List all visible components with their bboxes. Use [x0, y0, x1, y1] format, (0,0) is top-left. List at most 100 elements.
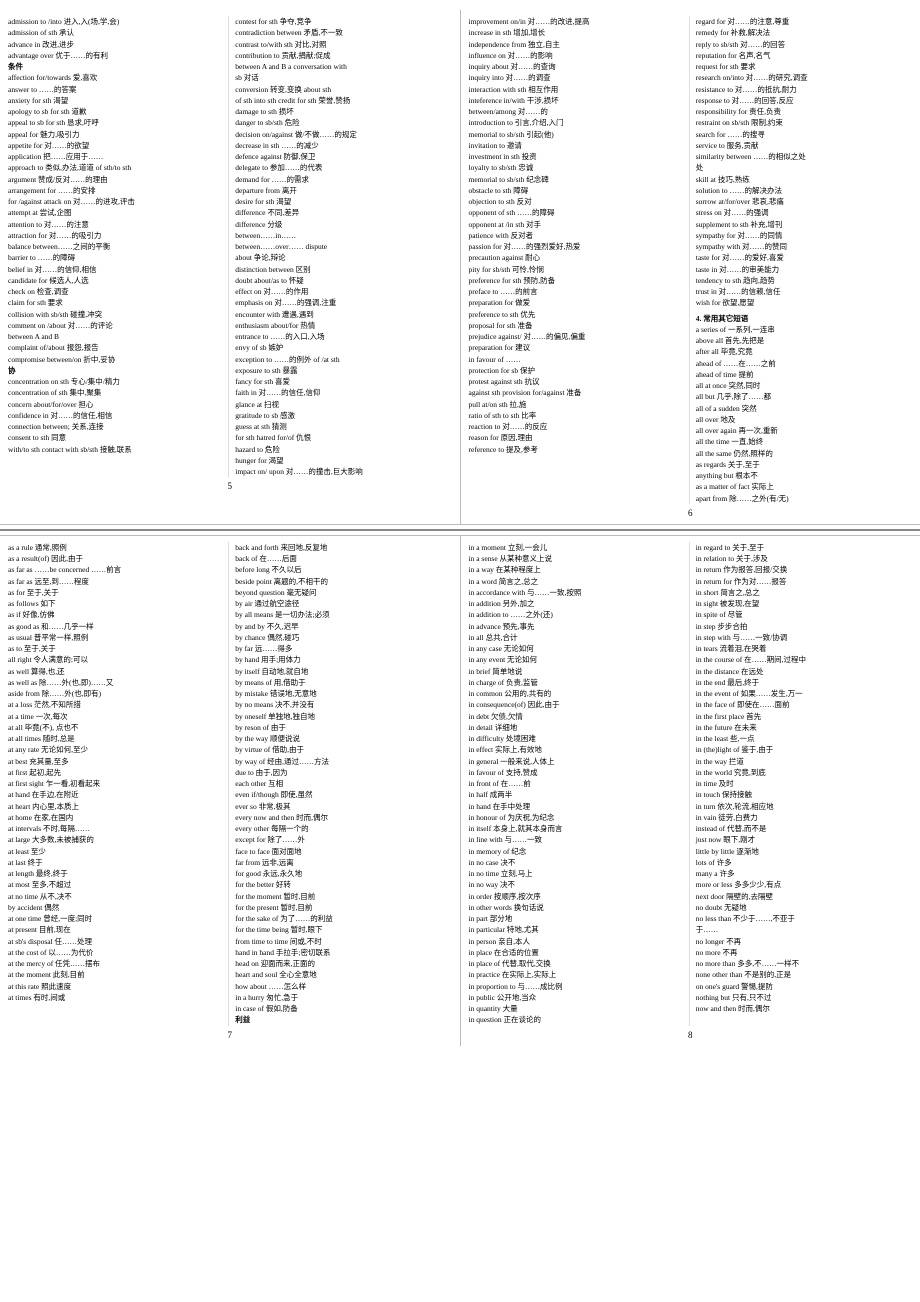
entry: at last 终于 — [8, 857, 224, 868]
entry: in the face of 即使在……面前 — [696, 699, 912, 710]
entry: at the mercy of 任凭……摆布 — [8, 958, 224, 969]
entry: preface to ……的前言 — [469, 286, 685, 297]
section-head-time: 利益 — [235, 1014, 451, 1025]
entry: by mistake 错误地,无意地 — [235, 688, 451, 699]
entry: in a word 简言之,总之 — [469, 576, 685, 587]
entry: in short 简言之,总之 — [696, 587, 912, 598]
entry: as far as ……be concerned ……前言 — [8, 564, 224, 575]
page6-col1: improvement on/in 对……的改进,提高 increase in … — [469, 16, 685, 504]
entry: preference for sth 预防,防备 — [469, 275, 685, 286]
entry: precaution against 耐心 — [469, 252, 685, 263]
entry: many a 许多 — [696, 868, 912, 879]
entry: in brief 简单地说 — [469, 666, 685, 677]
entry: at times 有时,间或 — [8, 992, 224, 1003]
entry: damage to sth 损坏 — [235, 106, 451, 117]
entry: passion for 对……的强烈爱好,热爱 — [469, 241, 685, 252]
entry: no more than 多多,不……一样不 — [696, 958, 912, 969]
entry: for the moment 暂时,目前 — [235, 891, 451, 902]
entry: about 争论,辩论 — [235, 252, 451, 263]
entry: in part 部分地 — [469, 913, 685, 924]
entry: by oneself 单独地,独自地 — [235, 711, 451, 722]
entry: no longer 不再 — [696, 936, 912, 947]
entry: departure from 离开 — [235, 185, 451, 196]
entry: impact on/ upon 对……的撞击,巨大影响 — [235, 466, 451, 477]
entry: at the cost of 以……为代价 — [8, 947, 224, 958]
entry: at this rate 照此速度 — [8, 981, 224, 992]
page-5: admission to /into 进入,入(场,学,会) admission… — [0, 10, 461, 524]
entry: sympathy with 对……的赞同 — [696, 241, 912, 252]
entry: in case of 假如,防备 — [235, 1003, 451, 1014]
entry: hunger for 渴望 — [235, 455, 451, 466]
entry: in no way 决不 — [469, 879, 685, 890]
entry: service to 服务,贡献 — [696, 140, 912, 151]
entry: in (the)light of 鉴于,由于 — [696, 744, 912, 755]
entry: in advance 预先,事先 — [469, 621, 685, 632]
entry: aside from 除……外(也,即有) — [8, 688, 224, 699]
entry: admission of sth 承认 — [8, 27, 224, 38]
entry: in a moment 立刻,一会儿 — [469, 542, 685, 553]
entry: hand in hand 手拉手;密切联系 — [235, 947, 451, 958]
entry: at intervals 不时,每隔…… — [8, 823, 224, 834]
bottom-pages: as a rule 通常,照例 as a result(of) 因此,由于 as… — [0, 535, 920, 1046]
entry: desire for sth 渴望 — [235, 196, 451, 207]
entry: at home 在家,在国内 — [8, 812, 224, 823]
entry: wish for 欲望,愿望 — [696, 297, 912, 308]
entry: in any case 无论如何 — [469, 643, 685, 654]
entry: in effect 实际上,有效地 — [469, 744, 685, 755]
entry: each other 互相 — [235, 778, 451, 789]
entry: comment on /about 对……的评论 — [8, 320, 224, 331]
entry: gratitude to sb 感激 — [235, 410, 451, 421]
entry: preference to sth 优先 — [469, 309, 685, 320]
entry: in relation to 关于,涉及 — [696, 553, 912, 564]
entry: at least 至少 — [8, 846, 224, 857]
entry: by reson of 由于 — [235, 722, 451, 733]
entry: in the end 最后,终于 — [696, 677, 912, 688]
entry: pity for sb/sth 可怜,怜悯 — [469, 264, 685, 275]
entry: check on 检查,调查 — [8, 286, 224, 297]
entry: belief in 对……的信仰,相信 — [8, 264, 224, 275]
section-head: 条件 — [8, 61, 224, 72]
entry: no doubt 无疑地 — [696, 902, 912, 913]
entry: all over again 再一次,重新 — [696, 425, 912, 436]
entry: supplement to sth 补充,增刊 — [696, 219, 912, 230]
entry: by virtue of 借助,由于 — [235, 744, 451, 755]
entry: above all 首先,先把是 — [696, 335, 912, 346]
entry: encounter with 遭遇,遇到 — [235, 309, 451, 320]
entry: at one time 曾经,一度;同时 — [8, 913, 224, 924]
entry: hazard to 危险 — [235, 444, 451, 455]
entry: next door 隔壁的,去隔壁 — [696, 891, 912, 902]
entry: at most 至多,不超过 — [8, 879, 224, 890]
entry: compromise between/on 折中,妥协 — [8, 354, 224, 365]
entry: in common 公用的,共有的 — [469, 688, 685, 699]
entry: application 把……应用于…… — [8, 151, 224, 162]
entry: research on/into 对……的研究,调查 — [696, 72, 912, 83]
entry: remedy for 补救,解决法 — [696, 27, 912, 38]
entry: in practice 在实际上,实际上 — [469, 969, 685, 980]
entry: in step 步步合拍 — [696, 621, 912, 632]
entry: in the first place 首先 — [696, 711, 912, 722]
entry: reason for 原因,理由 — [469, 432, 685, 443]
entry: in turn 依次,轮流,相应地 — [696, 801, 912, 812]
entry: head on 迎面而来,正面的 — [235, 958, 451, 969]
entry: search for ……的搜寻 — [696, 129, 912, 140]
entry: instead of 代替,而不是 — [696, 823, 912, 834]
entry: sorrow at/for/over 悲哀,悲痛 — [696, 196, 912, 207]
entry: guess at sth 猜测 — [235, 421, 451, 432]
entry: beside point 离题的,不相干的 — [235, 576, 451, 587]
entry: at first 起初,起先 — [8, 767, 224, 778]
entry: by itself 自动地,就自地 — [235, 666, 451, 677]
entry: no more 不再 — [696, 947, 912, 958]
entry: in place 在合适的位置 — [469, 947, 685, 958]
entry: invitation to 邀请 — [469, 140, 685, 151]
entry: for the better 好转 — [235, 879, 451, 890]
entry: entrance to ……的入口,入场 — [235, 331, 451, 342]
entry: exception to ……的例外 of /at sth — [235, 354, 451, 365]
entry: at first sight 乍一看,初看起来 — [8, 778, 224, 789]
entry: opponent of sth ……的障碍 — [469, 207, 685, 218]
entry: all the same 仍然,照样的 — [696, 448, 912, 459]
entry: sympathy for 对……的同情 — [696, 230, 912, 241]
entry: back of 在……后面 — [235, 553, 451, 564]
entry: tendency to sth 趋向,趋势 — [696, 275, 912, 286]
entry: in tears 流着泪,在哭着 — [696, 643, 912, 654]
entry: memorial to sb/sth 引起(他) — [469, 129, 685, 140]
